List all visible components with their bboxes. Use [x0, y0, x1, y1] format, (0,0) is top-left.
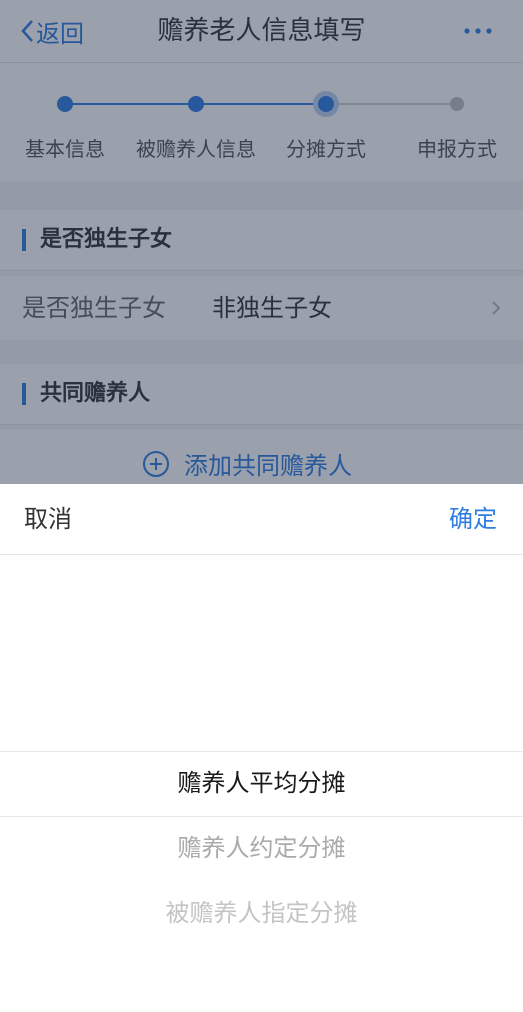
- picker-option-selected[interactable]: 赡养人平均分摊: [0, 765, 523, 801]
- cancel-button[interactable]: 取消: [24, 502, 72, 536]
- picker-toolbar: 取消 确定: [0, 484, 523, 555]
- picker-selection-line-bottom: [0, 816, 523, 817]
- picker-option[interactable]: 被赡养人指定分摊: [0, 895, 523, 931]
- confirm-button[interactable]: 确定: [449, 502, 497, 536]
- picker-selection-line-top: [0, 751, 523, 752]
- picker-option[interactable]: 赡养人约定分摊: [0, 830, 523, 866]
- picker-sheet: 取消 确定 赡养人平均分摊 赡养人约定分摊 被赡养人指定分摊: [0, 484, 523, 1012]
